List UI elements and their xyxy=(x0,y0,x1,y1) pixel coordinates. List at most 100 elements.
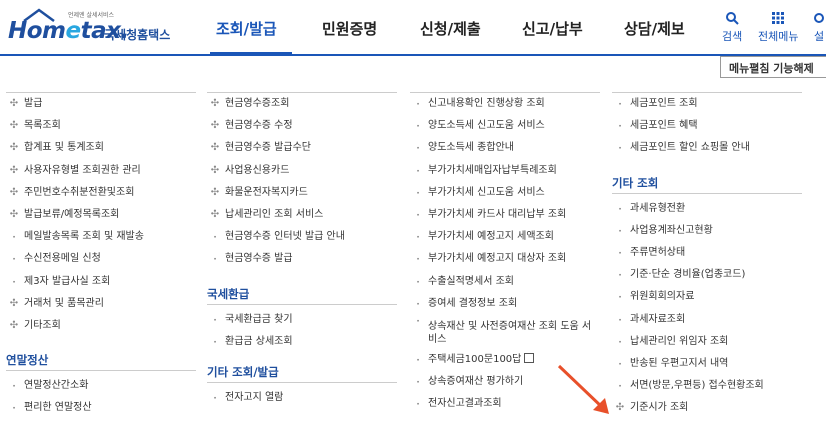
section-title-other-inquiry-issue[interactable]: 기타 조회/발급 xyxy=(207,361,397,383)
menu-item[interactable]: · 부가가치세 카드사 대리납부 조회 xyxy=(410,204,600,226)
menu-item[interactable]: · 수출실적명세서 조회 xyxy=(410,271,600,293)
nav-item-civil-certificate[interactable]: 민원증명 xyxy=(322,18,377,39)
search-label: 검색 xyxy=(722,30,743,43)
menu-item[interactable]: · 국세환급금 찾기 xyxy=(207,309,397,331)
menu-item[interactable]: · 부가가치세 예정고지 대상자 조회 xyxy=(410,248,600,270)
menu-item[interactable]: · 메일발송목록 조회 및 재발송 xyxy=(6,226,196,248)
bullet-icon: · xyxy=(618,245,622,260)
menu-item[interactable]: ✣ 기준시가 조회 xyxy=(612,397,802,419)
menu-item[interactable]: · 연말정산간소화 xyxy=(6,375,196,397)
hometax-logo[interactable]: 언제엔 살세서비스 Hometax. 국세청홈택스 xyxy=(8,8,178,48)
menu-item[interactable]: ✣ 발급보류/예정목록조회 xyxy=(6,204,196,226)
bullet-icon: · xyxy=(416,119,420,134)
menu-item[interactable]: ✣ 현금영수증조회 xyxy=(207,93,397,115)
bullet-icon: · xyxy=(416,375,420,390)
menu-item-label: 현금영수증 인터넷 발급 안내 xyxy=(225,231,345,243)
menu-item[interactable]: ✣ 화물운전자복지카드 xyxy=(207,182,397,204)
bullet-icon: · xyxy=(618,119,622,134)
bullet-icon: · xyxy=(12,230,16,245)
menu-item-label: 목록조회 xyxy=(24,120,61,132)
menu-item[interactable]: · 신고내용확인 진행상황 조회 xyxy=(410,93,600,115)
menu-item-label: 부가가치세 예정고지 대상자 조회 xyxy=(428,253,567,265)
settings-label: 설 xyxy=(813,30,825,43)
expand-cross-icon: ✣ xyxy=(210,120,220,132)
menu-item[interactable]: · 위원회회의자료 xyxy=(612,286,802,308)
menu-item[interactable]: · 세금포인트 할인 쇼핑몰 안내 xyxy=(612,137,802,159)
nav-item-inquiry-issue[interactable]: 조회/발급 xyxy=(216,18,277,39)
menu-item[interactable]: · 주류면허상태 xyxy=(612,242,802,264)
menu-item-label: 주류면허상태 xyxy=(630,246,686,258)
menu-item[interactable]: · 제3자 발급사실 조회 xyxy=(6,271,196,293)
menu-item[interactable]: · 양도소득세 신고도움 서비스 xyxy=(410,115,600,137)
menu-item-label: 양도소득세 종합안내 xyxy=(428,142,514,154)
menu-item[interactable]: · 납세관리인 위임자 조회 xyxy=(612,331,802,353)
menu-item-label: 기준시가 조회 xyxy=(630,402,689,414)
menu-item[interactable]: ✣ 발급 xyxy=(6,93,196,115)
menu-item[interactable]: · 현금영수증 인터넷 발급 안내 xyxy=(207,226,397,248)
settings-button[interactable]: 설 xyxy=(812,10,826,44)
menu-item[interactable]: · 부가가치세매입자납부특례조회 xyxy=(410,160,600,182)
menu-item[interactable]: · 현금영수증 발급 xyxy=(207,248,397,270)
menu-item[interactable]: ✣ 목록조회 xyxy=(6,115,196,137)
menu-item[interactable]: ✣ 사업용신용카드 xyxy=(207,160,397,182)
section-title-year-end-settlement[interactable]: 연말정산 xyxy=(6,349,196,372)
menu-item-label: 부가가치세 예정고지 세액조회 xyxy=(428,231,554,243)
menu-item[interactable]: · 전자고지 열람 xyxy=(207,387,397,409)
menu-item-label: 제3자 발급사실 조회 xyxy=(24,275,111,287)
menu-item-label: 양도소득세 신고도움 서비스 xyxy=(428,120,545,132)
expand-cross-icon: ✣ xyxy=(210,208,220,220)
menu-item[interactable]: ✣ 사용자유형별 조회권한 관리 xyxy=(6,160,196,182)
menu-item[interactable]: · 양도소득세 종합안내 xyxy=(410,137,600,159)
menu-item[interactable]: · 부가가치세 신고도움 서비스 xyxy=(410,182,600,204)
menu-item-label: 위원회회의자료 xyxy=(630,291,695,303)
search-button[interactable]: 검색 xyxy=(722,10,742,44)
menu-item[interactable]: · 편리한 연말정산 xyxy=(6,397,196,419)
section-title-other-inquiry[interactable]: 기타 조회 xyxy=(612,172,802,194)
menu-item-label: 기타조회 xyxy=(24,319,61,331)
menu-item[interactable]: · 기준·단순 경비율(업종코드) xyxy=(612,264,802,286)
bullet-icon: · xyxy=(213,312,217,327)
nav-item-consult-report[interactable]: 상담/제보 xyxy=(624,18,685,39)
bullet-icon: · xyxy=(12,379,16,394)
bullet-icon: · xyxy=(618,223,622,238)
expand-cross-icon: ✣ xyxy=(9,164,19,176)
all-menu-label: 전체메뉴 xyxy=(758,30,799,43)
menu-item[interactable]: · 부가가치세 예정고지 세액조회 xyxy=(410,226,600,248)
bullet-icon: · xyxy=(618,141,622,156)
menu-item[interactable]: ✣ 거래처 및 품목관리 xyxy=(6,293,196,315)
menu-item-label: 신고내용확인 진행상황 조회 xyxy=(428,98,545,109)
menu-item[interactable]: · 상속재산 및 사전증여재산 조회 도움 서비스 xyxy=(410,314,600,349)
menu-item[interactable]: ✣ 주민번호수취분전환및조회 xyxy=(6,182,196,204)
menu-item[interactable]: ✣ 납세관리인 조회 서비스 xyxy=(207,204,397,226)
nav-item-apply-submit[interactable]: 신청/제출 xyxy=(420,18,481,39)
bullet-icon: · xyxy=(416,141,420,156)
menu-item-label: 현금영수증 발급수단 xyxy=(225,142,311,154)
menu-item[interactable]: · 환급금 상세조회 xyxy=(207,331,397,353)
menu-item[interactable]: ✣ 합계표 및 통계조회 xyxy=(6,137,196,159)
bullet-icon: · xyxy=(213,230,217,245)
menu-item[interactable]: · 과세자료조회 xyxy=(612,309,802,331)
menu-item[interactable]: · 서면(방문,우편등) 접수현황조회 xyxy=(612,375,802,397)
menu-item[interactable]: · 반송된 우편고지서 내역 xyxy=(612,353,802,375)
menu-item-label: 현금영수증 발급 xyxy=(225,253,293,265)
menu-item-label: 연말정산간소화 xyxy=(24,380,89,392)
menu-item[interactable]: · 증여세 결정정보 조회 xyxy=(410,293,600,315)
menu-item[interactable]: · 과세유형전환 xyxy=(612,198,802,220)
all-menu-button[interactable]: 전체메뉴 xyxy=(758,10,798,44)
menu-item[interactable]: ✣ 현금영수증 발급수단 xyxy=(207,137,397,159)
menu-item[interactable]: ✣ 현금영수증 수정 xyxy=(207,115,397,137)
menu-item[interactable]: · 세금포인트 조회 xyxy=(612,93,802,115)
bullet-icon: · xyxy=(416,352,420,367)
menu-item[interactable]: · 사업용계좌신고현황 xyxy=(612,220,802,242)
menu-item[interactable]: ✣ 기타조회 xyxy=(6,315,196,337)
menu-item[interactable]: · 수신전용메일 신청 xyxy=(6,248,196,270)
menu-item[interactable]: · 세금포인트 혜택 xyxy=(612,115,802,137)
grid-menu-icon xyxy=(772,12,785,24)
external-link-icon xyxy=(524,352,535,363)
menu-expand-disable-button[interactable]: 메뉴펼침 기능해제 xyxy=(720,56,826,78)
section-title-tax-refund[interactable]: 국세환급 xyxy=(207,283,397,305)
bullet-icon: · xyxy=(416,207,420,222)
menu-item-label: 합계표 및 통계조회 xyxy=(24,142,104,154)
nav-item-report-pay[interactable]: 신고/납부 xyxy=(522,18,583,39)
search-icon xyxy=(726,12,739,25)
